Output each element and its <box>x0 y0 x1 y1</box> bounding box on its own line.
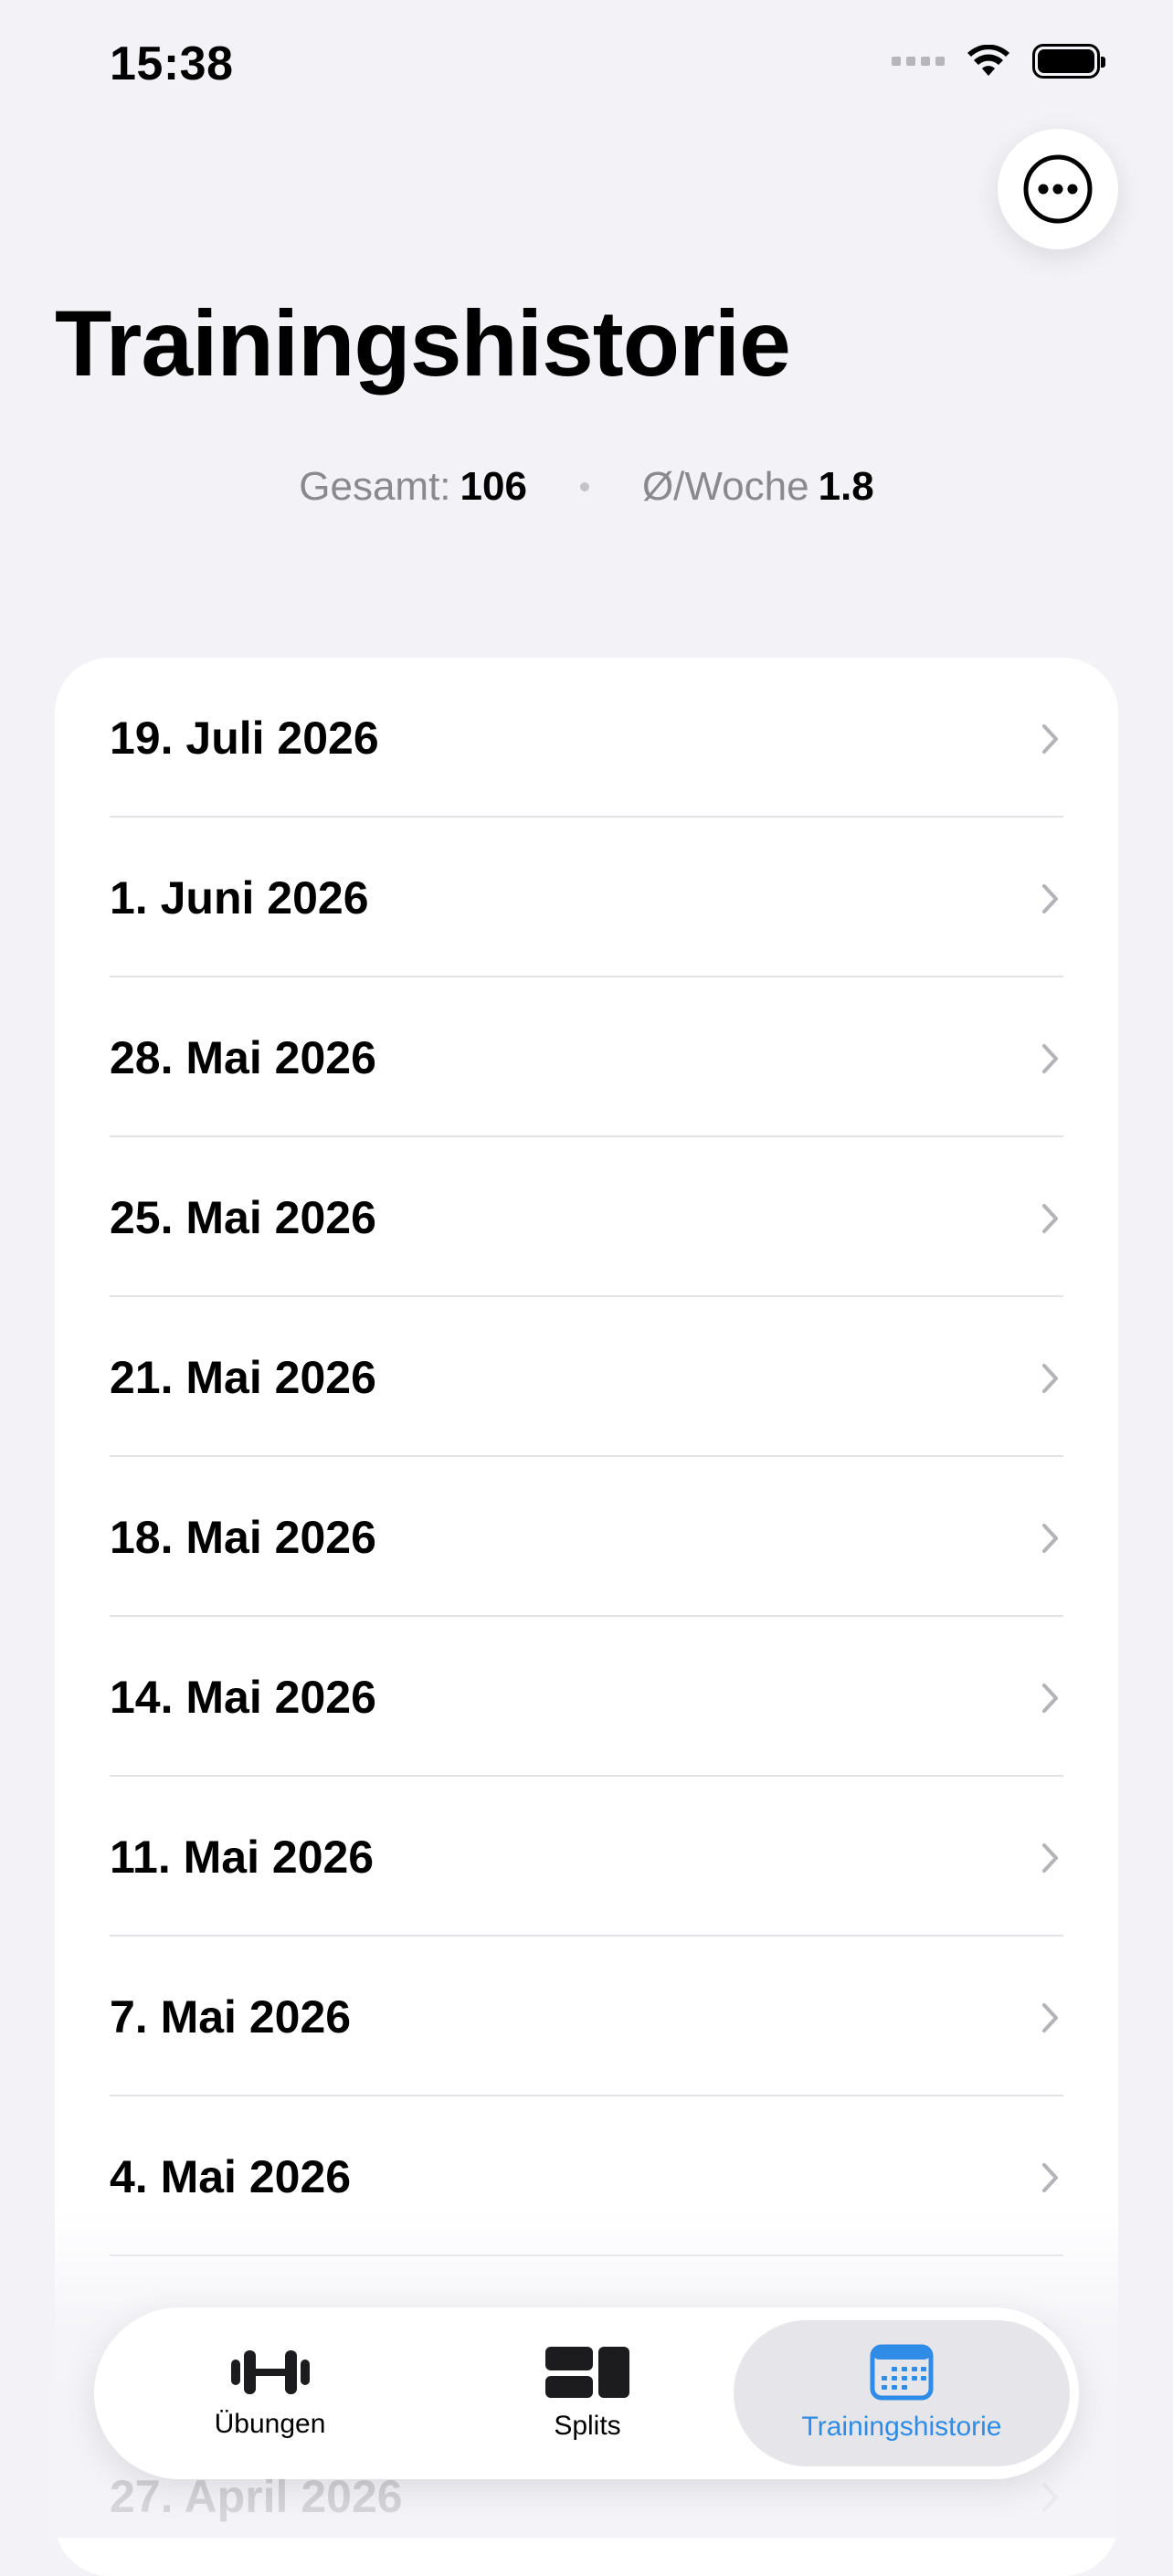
tab-uebungen[interactable]: Übungen <box>94 2307 446 2479</box>
history-row[interactable]: 18. Mai 2026 <box>55 1457 1118 1617</box>
chevron-right-icon <box>1042 2003 1058 2032</box>
battery-icon <box>1032 44 1105 79</box>
chevron-right-icon <box>1042 2163 1058 2192</box>
chevron-right-icon <box>1042 724 1058 754</box>
wifi-icon <box>967 45 1009 76</box>
status-icons <box>892 44 1105 79</box>
history-row[interactable]: 21. Mai 2026 <box>55 1297 1118 1457</box>
weekly-label: Ø/Woche <box>641 464 809 509</box>
total-value: 106 <box>460 464 527 509</box>
history-date: 14. Mai 2026 <box>110 1671 376 1723</box>
tab-label: Trainingshistorie <box>801 2412 1002 2442</box>
tab-label: Übungen <box>214 2409 326 2439</box>
chevron-right-icon <box>1042 1684 1058 1713</box>
history-date: 19. Juli 2026 <box>110 712 379 764</box>
history-date: 1. Juni 2026 <box>110 871 369 924</box>
total-label: Gesamt: <box>299 464 451 509</box>
chevron-right-icon <box>1042 2483 1058 2512</box>
history-row[interactable]: 4. Mai 2026 <box>55 2096 1118 2256</box>
splits-grid-icon <box>545 2347 629 2398</box>
history-date: 28. Mai 2026 <box>110 1031 376 1083</box>
dumbbell-icon <box>230 2350 310 2394</box>
weekly-value: 1.8 <box>818 464 874 509</box>
cellular-signal-icon <box>892 57 945 66</box>
tab-splits[interactable]: Splits <box>446 2307 729 2479</box>
history-date: 7. Mai 2026 <box>110 1990 352 2043</box>
history-row[interactable]: 11. Mai 2026 <box>55 1777 1118 1937</box>
history-row[interactable]: 25. Mai 2026 <box>55 1137 1118 1297</box>
status-time: 15:38 <box>110 37 234 90</box>
page-title: Trainingshistorie <box>55 291 791 396</box>
history-row[interactable]: 14. Mai 2026 <box>55 1617 1118 1777</box>
history-row[interactable]: 28. Mai 2026 <box>55 977 1118 1137</box>
ellipsis-circle-icon <box>1023 154 1093 224</box>
tab-label: Splits <box>554 2411 621 2441</box>
chevron-right-icon <box>1042 1364 1058 1393</box>
chevron-right-icon <box>1042 884 1058 913</box>
chevron-right-icon <box>1042 1044 1058 1073</box>
history-list: 19. Juli 2026 1. Juni 2026 28. Mai 2026 … <box>55 658 1118 2576</box>
history-date: 21. Mai 2026 <box>110 1351 376 1403</box>
status-bar: 15:38 <box>0 0 1173 137</box>
history-date: 25. Mai 2026 <box>110 1191 376 1243</box>
chevron-right-icon <box>1042 1843 1058 1873</box>
history-date: 4. Mai 2026 <box>110 2150 352 2202</box>
tab-trainingshistorie[interactable]: Trainingshistorie <box>734 2320 1070 2466</box>
stats-summary: Gesamt: 106 Ø/Woche 1.8 <box>0 464 1173 510</box>
chevron-right-icon <box>1042 1204 1058 1233</box>
history-date: 18. Mai 2026 <box>110 1511 376 1563</box>
more-options-button[interactable] <box>998 129 1118 249</box>
history-date: 11. Mai 2026 <box>110 1831 375 1883</box>
chevron-right-icon <box>1042 1524 1058 1553</box>
history-row[interactable]: 7. Mai 2026 <box>55 1937 1118 2096</box>
stats-separator <box>579 482 589 491</box>
history-row[interactable]: 19. Juli 2026 <box>55 658 1118 818</box>
history-row[interactable]: 1. Juni 2026 <box>55 818 1118 977</box>
calendar-icon <box>870 2344 934 2401</box>
tab-bar: Übungen Splits Trainingshistorie <box>94 2307 1079 2479</box>
